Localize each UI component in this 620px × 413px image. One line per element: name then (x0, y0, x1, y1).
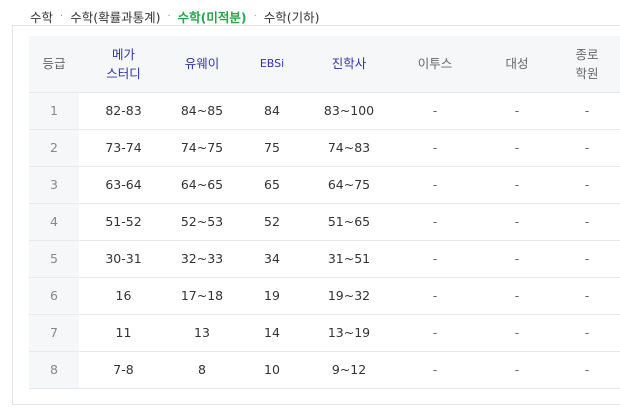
cell-megastudy: 51-52 (79, 202, 168, 240)
cell-etoos: - (390, 313, 480, 351)
cell-etoos: - (390, 350, 480, 389)
table-body: 1 82-83 84~85 84 83~100- - -2 73-74 74~75 75 74~83… (29, 91, 620, 389)
table-row: 3 63-64 64~65 65 64~75- - - (29, 165, 620, 203)
header-jongro-line2: 학원 (575, 65, 599, 81)
cell-megastudy: 63-64 (79, 165, 168, 203)
cell-ebsi: 75 (236, 128, 308, 166)
cell-etoos: - (390, 276, 480, 314)
cell-ebsi: 84 (236, 91, 308, 129)
cell-jongro: - (554, 239, 620, 277)
cell-jinhaksa: 13~19 (308, 313, 390, 351)
cell-uway: 84~85 (168, 91, 236, 129)
cell-jongro: - (554, 91, 620, 129)
cell-grade: 7 (29, 313, 79, 351)
subject-tabs: 수학 · 수학(확률과통계) · 수학(미적분) · 수학(기하) (30, 7, 320, 25)
tab-math-calculus[interactable]: 수학(미적분) (178, 7, 247, 26)
table-row: 6 16 17~18 19 19~32- - - (29, 276, 620, 314)
tab-math-geometry[interactable]: 수학(기하) (264, 7, 320, 26)
cell-megastudy: 11 (79, 313, 168, 351)
cell-grade: 8 (29, 350, 79, 389)
cell-uway: 32~33 (168, 239, 236, 277)
cell-jinhaksa: 9~12 (308, 350, 390, 389)
cell-jinhaksa: 64~75 (308, 165, 390, 203)
cell-jinhaksa: 74~83 (308, 128, 390, 166)
tab-separator: · (167, 10, 171, 22)
cell-megastudy: 82-83 (79, 91, 168, 129)
cell-ebsi: 52 (236, 202, 308, 240)
header-daesung: 대성 (505, 56, 529, 72)
cell-ebsi: 65 (236, 165, 308, 203)
cell-uway: 64~65 (168, 165, 236, 203)
cell-daesung: - (480, 350, 554, 389)
cell-jongro: - (554, 276, 620, 314)
tab-separator: · (60, 10, 64, 22)
cell-daesung: - (480, 313, 554, 351)
cell-etoos: - (390, 165, 480, 203)
table-row: 4 51-52 52~53 52 51~65- - - (29, 202, 620, 240)
header-etoos: 이투스 (417, 56, 453, 72)
cell-grade: 6 (29, 276, 79, 314)
cell-etoos: - (390, 91, 480, 129)
cell-daesung: - (480, 128, 554, 166)
cell-uway: 13 (168, 313, 236, 351)
cell-jinhaksa: 83~100 (308, 91, 390, 129)
table-row: 1 82-83 84~85 84 83~100- - - (29, 91, 620, 129)
cell-ebsi: 19 (236, 276, 308, 314)
tab-separator: · (253, 10, 257, 22)
cell-megastudy: 16 (79, 276, 168, 314)
header-uway: 유웨이 (184, 56, 220, 72)
cell-jongro: - (554, 202, 620, 240)
cell-uway: 74~75 (168, 128, 236, 166)
table-row: 7 11 13 14 13~19- - - (29, 313, 620, 351)
header-grade: 등급 (42, 56, 66, 72)
tab-math-probability-statistics[interactable]: 수학(확률과통계) (70, 7, 160, 26)
cell-grade: 2 (29, 128, 79, 166)
cell-daesung: - (480, 239, 554, 277)
table-row: 5 30-31 32~33 34 31~51- - - (29, 239, 620, 277)
tab-math[interactable]: 수학 (30, 7, 53, 26)
cell-daesung: - (480, 165, 554, 203)
cell-grade: 1 (29, 91, 79, 129)
cell-jinhaksa: 19~32 (308, 276, 390, 314)
cell-megastudy: 7-8 (79, 350, 168, 389)
cell-daesung: - (480, 91, 554, 129)
table-row: 8 7-8 8 10 9~12- - - (29, 350, 620, 389)
cell-megastudy: 73-74 (79, 128, 168, 166)
header-jongro: 종로 학원 (554, 36, 620, 92)
cell-jinhaksa: 51~65 (308, 202, 390, 240)
cell-megastudy: 30-31 (79, 239, 168, 277)
cell-etoos: - (390, 128, 480, 166)
cell-daesung: - (480, 202, 554, 240)
cell-uway: 52~53 (168, 202, 236, 240)
cell-jongro: - (554, 128, 620, 166)
table-header-row: 등급 메가 스터디 유웨이 EBSi 진학사 이투스 대성 종로 학원 (29, 36, 620, 92)
header-megastudy-line2: 스터디 (106, 65, 141, 81)
cell-jongro: - (554, 350, 620, 389)
cell-ebsi: 34 (236, 239, 308, 277)
cell-etoos: - (390, 239, 480, 277)
cell-grade: 4 (29, 202, 79, 240)
cell-jinhaksa: 31~51 (308, 239, 390, 277)
cell-etoos: - (390, 202, 480, 240)
cell-jongro: - (554, 165, 620, 203)
header-jongro-line1: 종로 (575, 46, 599, 62)
header-megastudy: 메가 스터디 (79, 36, 168, 92)
table-row: 2 73-74 74~75 75 74~83- - - (29, 128, 620, 166)
header-ebsi: EBSi (259, 57, 285, 71)
cell-ebsi: 14 (236, 313, 308, 351)
header-megastudy-line1: 메가 (111, 46, 135, 62)
cell-uway: 8 (168, 350, 236, 389)
cell-jongro: - (554, 313, 620, 351)
cell-ebsi: 10 (236, 350, 308, 389)
cell-grade: 5 (29, 239, 79, 277)
cell-grade: 3 (29, 165, 79, 203)
grade-cutoff-table: 등급 메가 스터디 유웨이 EBSi 진학사 이투스 대성 종로 학원 1 82-… (29, 36, 620, 389)
cell-uway: 17~18 (168, 276, 236, 314)
cell-daesung: - (480, 276, 554, 314)
header-jinhaksa: 진학사 (331, 56, 367, 72)
